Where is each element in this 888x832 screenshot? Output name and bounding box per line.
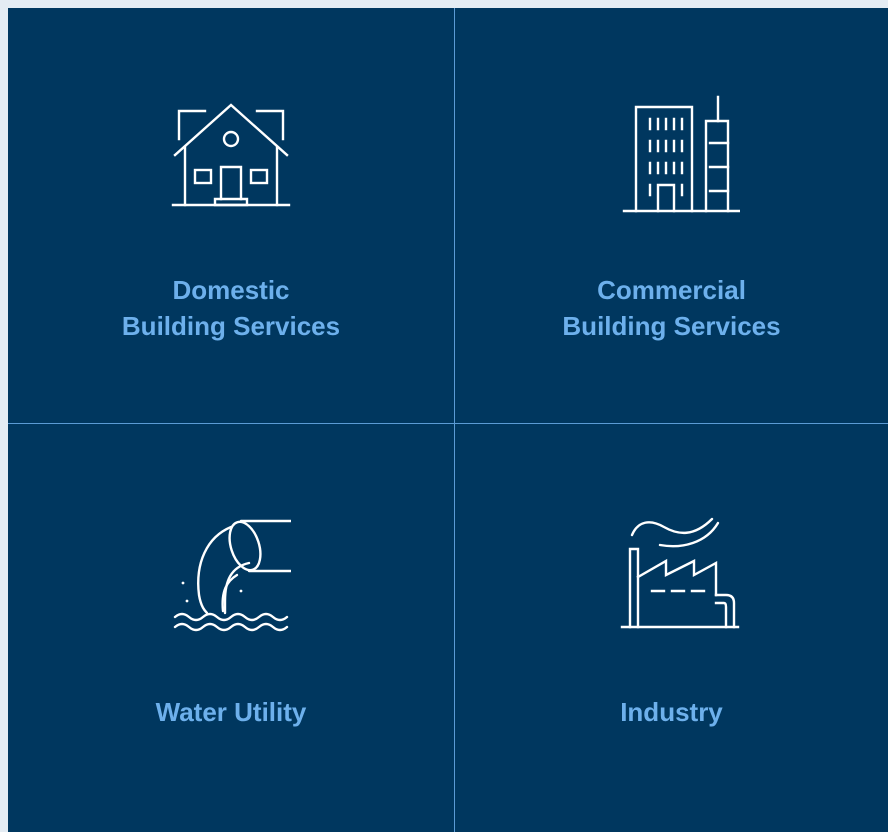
tile-industry[interactable]: Industry bbox=[455, 424, 888, 832]
tile-label-line-2: Building Services bbox=[562, 311, 781, 341]
water-pipe-outflow-icon bbox=[171, 515, 291, 635]
tile-label: Water Utility bbox=[8, 694, 454, 730]
tile-label: Commercial Building Services bbox=[455, 272, 888, 344]
house-icon bbox=[171, 95, 291, 215]
tile-label-line-1: Industry bbox=[620, 697, 723, 727]
tile-label-line-1: Water Utility bbox=[155, 697, 307, 727]
sectors-grid: Domestic Building Services Commercial Bu… bbox=[8, 8, 888, 832]
tile-label-line-2: Building Services bbox=[121, 311, 341, 341]
factory-icon bbox=[620, 515, 740, 635]
tile-commercial-building-services[interactable]: Commercial Building Services bbox=[455, 8, 888, 424]
tile-label-line-1: Commercial bbox=[597, 275, 746, 305]
tile-label-line-1: Domestic bbox=[172, 275, 290, 305]
sectors-panel: Domestic Building Services Commercial Bu… bbox=[0, 0, 888, 832]
tile-domestic-building-services[interactable]: Domestic Building Services bbox=[8, 8, 455, 424]
office-building-icon bbox=[620, 95, 740, 215]
tile-label: Domestic Building Services bbox=[8, 272, 454, 344]
tile-label: Industry bbox=[455, 694, 888, 730]
tile-water-utility[interactable]: Water Utility bbox=[8, 424, 455, 832]
